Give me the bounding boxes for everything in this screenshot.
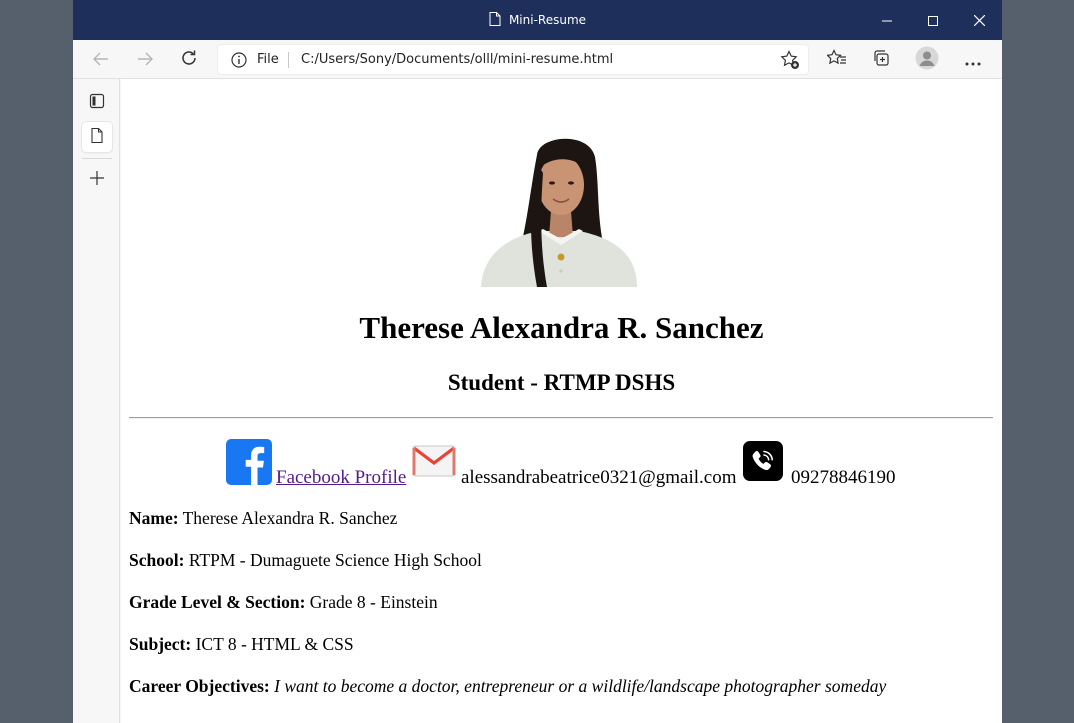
document-icon — [489, 11, 501, 29]
collections-icon — [872, 49, 890, 71]
profile-icon — [915, 46, 939, 74]
close-button[interactable] — [956, 0, 1002, 40]
info-value: I want to become a doctor, entrepreneur … — [274, 676, 887, 696]
new-tab-button[interactable] — [82, 164, 112, 194]
resume-role-heading: Student - RTMP DSHS — [447, 370, 676, 395]
info-value: ICT 8 - HTML & CSS — [191, 634, 354, 654]
favorites-button[interactable] — [823, 46, 851, 74]
collections-button[interactable] — [867, 46, 895, 74]
vertical-tab-strip — [73, 79, 120, 723]
contact-row: Facebook Profile alessandrabeatrice0321@… — [121, 439, 1002, 489]
info-label: Career Objectives: — [129, 676, 270, 696]
address-scheme-label[interactable]: File — [257, 52, 279, 67]
forward-arrow-icon — [137, 51, 153, 70]
minimize-icon — [882, 11, 892, 30]
back-button[interactable] — [87, 46, 115, 74]
facebook-profile-link[interactable]: Facebook Profile — [276, 467, 406, 489]
facebook-link-text[interactable]: Facebook Profile — [276, 467, 406, 488]
gmail-icon — [412, 445, 456, 482]
refresh-icon — [180, 49, 198, 71]
address-url[interactable]: C:/Users/Sony/Documents/olll/mini-resume… — [301, 52, 613, 67]
phone-number-text: 09278846190 — [791, 467, 896, 488]
divider — [129, 417, 993, 419]
profile-button[interactable] — [913, 46, 941, 74]
address-bar[interactable]: File C:/Users/Sony/Documents/olll/mini-r… — [217, 44, 809, 75]
info-grade-line: Grade Level & Section: Grade 8 - Einstei… — [129, 592, 438, 613]
close-icon — [973, 11, 985, 30]
viber-phone-icon — [743, 441, 783, 486]
address-separator — [288, 52, 289, 68]
info-value: RTPM - Dumaguete Science High School — [184, 550, 482, 570]
profile-photo — [479, 133, 639, 287]
document-icon — [91, 127, 103, 147]
favorite-add-icon[interactable] — [780, 50, 800, 70]
resume-name-heading: Therese Alexandra R. Sanchez — [359, 310, 764, 345]
info-subject-line: Subject: ICT 8 - HTML & CSS — [129, 634, 354, 655]
tab-separator — [82, 158, 112, 159]
refresh-button[interactable] — [175, 46, 203, 74]
back-arrow-icon — [93, 51, 109, 70]
browser-toolbar: File C:/Users/Sony/Documents/olll/mini-r… — [73, 40, 1002, 79]
forward-button[interactable] — [131, 46, 159, 74]
info-name-line: Name: Therese Alexandra R. Sanchez — [129, 508, 397, 529]
more-icon — [965, 51, 981, 70]
browser-window: Mini-Resume File C:/Users/Sony/Documents… — [73, 0, 1002, 723]
maximize-button[interactable] — [910, 0, 956, 40]
info-label: Subject: — [129, 634, 192, 654]
info-label: School: — [129, 550, 185, 570]
info-label: Name: — [129, 508, 179, 528]
more-button[interactable] — [959, 46, 987, 74]
tab-actions-icon — [89, 93, 105, 113]
tab-actions-button[interactable] — [82, 88, 112, 118]
title-bar: Mini-Resume — [73, 0, 1002, 40]
info-school-line: School: RTPM - Dumaguete Science High Sc… — [129, 550, 482, 571]
new-tab-icon — [90, 170, 104, 189]
info-label: Grade Level & Section: — [129, 592, 306, 612]
favorites-icon — [826, 49, 847, 71]
info-career-line: Career Objectives: I want to become a do… — [129, 676, 886, 697]
minimize-button[interactable] — [864, 0, 910, 40]
email-text: alessandrabeatrice0321@gmail.com — [461, 467, 737, 488]
facebook-icon[interactable] — [226, 439, 272, 490]
page-viewport: Therese Alexandra R. Sanchez Student - R… — [121, 79, 1002, 723]
info-value: Grade 8 - Einstein — [305, 592, 438, 612]
info-icon[interactable] — [230, 51, 248, 69]
window-title: Mini-Resume — [508, 13, 587, 27]
tab-mini-resume[interactable] — [82, 122, 112, 152]
maximize-icon — [928, 11, 938, 30]
info-value: Therese Alexandra R. Sanchez — [178, 508, 398, 528]
